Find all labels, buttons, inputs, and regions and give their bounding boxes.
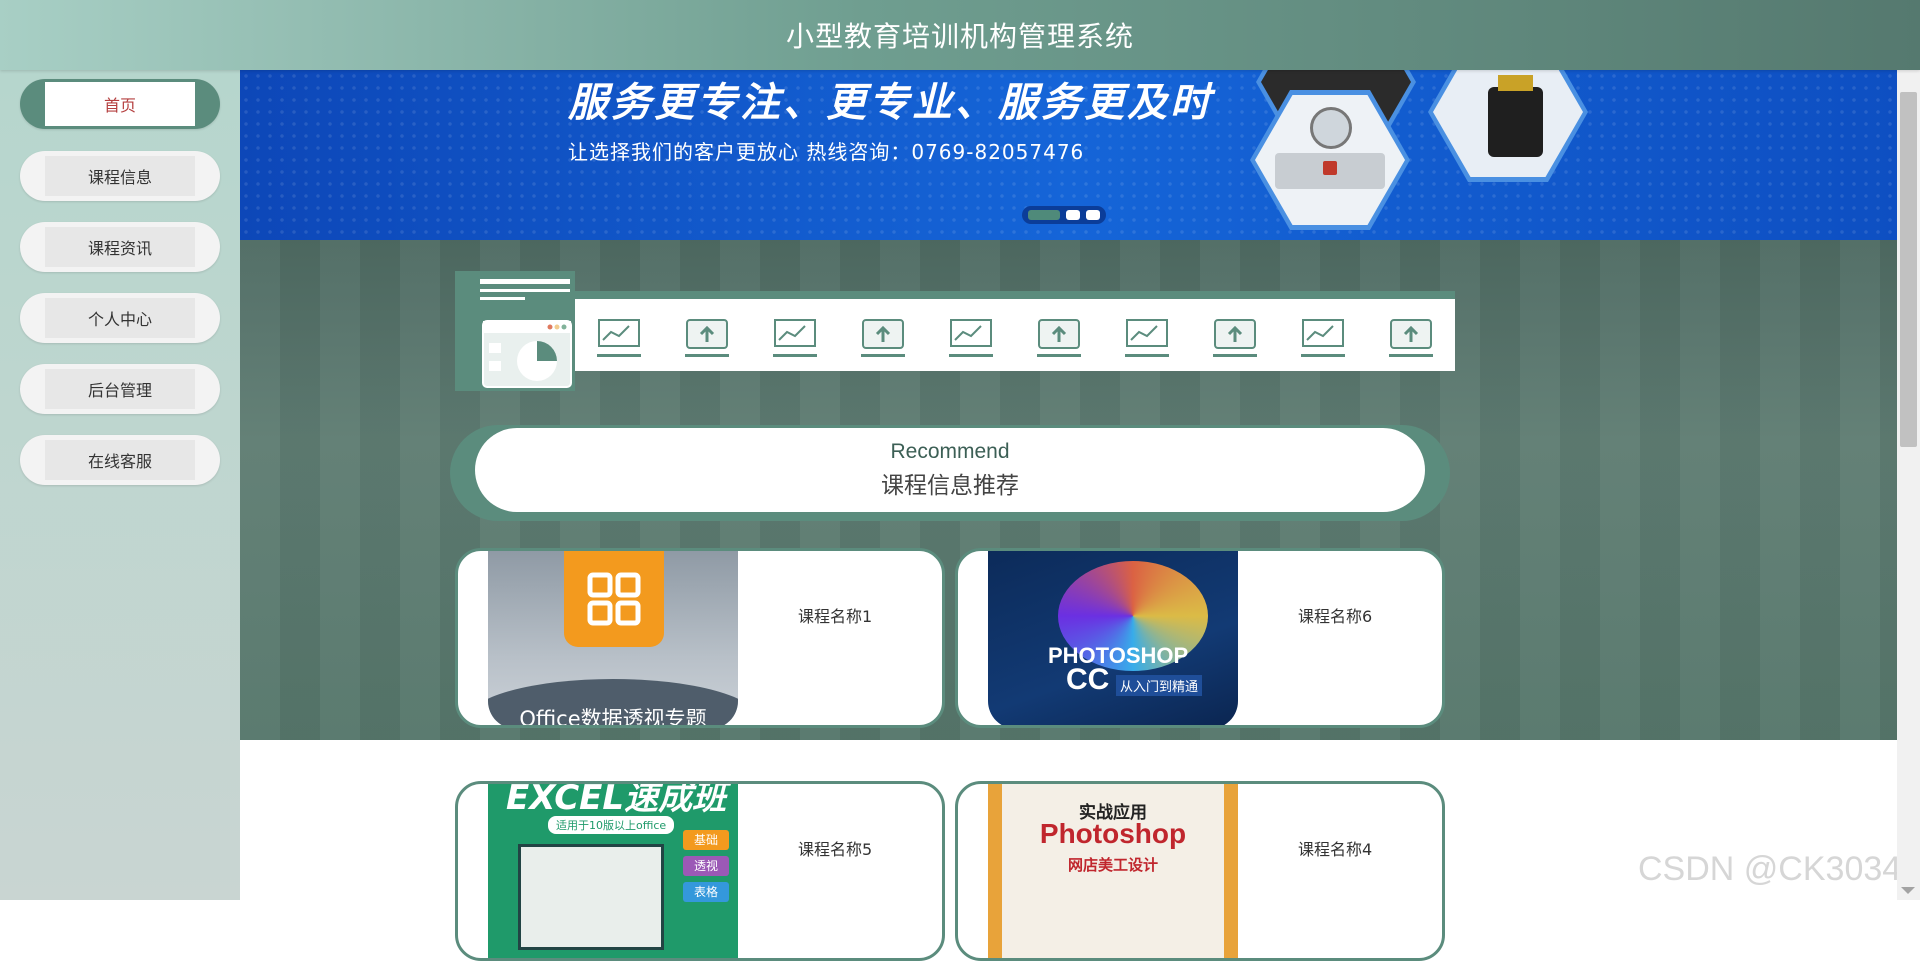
course-name: 课程名称4 [1298,840,1373,859]
sidebar-item-course-news[interactable]: 课程资讯 [20,222,220,272]
course-thumbnail: PHOTOSHOP CC 从入门到精通 [988,551,1238,725]
scroll-down-icon[interactable] [1901,887,1915,894]
upload-screen-icon [1037,319,1081,357]
upload-screen-icon [1213,319,1257,357]
course-card[interactable]: 实战应用 Photoshop 网店美工设计 课程名称4 [955,781,1445,961]
upload-screen-icon [861,319,905,357]
presentation-board-icon [597,319,641,357]
course-thumbnail: EXCEL速成班 适用于10版以上office 基础 透视 表格 [488,784,738,958]
sidebar-item-personal-center[interactable]: 个人中心 [20,293,220,343]
course-name: 课程名称5 [798,840,873,859]
app-title: 小型教育培训机构管理系统 [785,20,1134,53]
sidebar-item-admin[interactable]: 后台管理 [20,364,220,414]
banner-headline: 服务更专注、更专业、服务更及时 [568,80,1213,126]
course-thumbnail: 实战应用 Photoshop 网店美工设计 [988,784,1238,958]
sidebar-item-online-service[interactable]: 在线客服 [20,435,220,485]
carousel-dot[interactable] [1028,210,1060,220]
app-header: 小型教育培训机构管理系统 [0,0,1920,70]
sidebar-item-label: 在线客服 [45,440,195,480]
sidebar-item-label: 后台管理 [45,369,195,409]
presentation-board-icon [949,319,993,357]
sidebar-item-label: 课程信息 [45,156,195,196]
recommend-title-en: Recommend [890,440,1010,463]
office-logo-icon [564,551,664,647]
presentation-icon [455,271,575,391]
scrollbar-thumb[interactable] [1900,92,1917,447]
sidebar-item-label: 个人中心 [45,298,195,338]
icon-strip [575,291,1455,371]
course-card[interactable]: Office数据透视专题 课程名称1 [455,548,945,728]
sidebar-item-label: 首页 [45,82,195,126]
thumbnail-subtitle: 从入门到精通 [1116,675,1203,696]
recommend-title-cn: 课程信息推荐 [881,473,1019,499]
csdn-watermark: CSDN @CK3034 [1638,850,1902,888]
carousel-dot[interactable] [1066,210,1080,220]
banner-subline: 让选择我们的客户更放心 热线咨询：0769-82057476 [568,140,1085,164]
carousel-indicators [1022,206,1106,224]
thumbnail-title-2: CC [1066,663,1110,696]
thumbnail-tag: 透视 [683,856,729,876]
presentation-board-icon [1125,319,1169,357]
thumbnail-caption: EXCEL速成班 [506,784,727,818]
presentation-board-icon [773,319,817,357]
upload-screen-icon [1389,319,1433,357]
page-scrollbar[interactable] [1897,0,1920,900]
course-thumbnail: Office数据透视专题 [488,551,738,728]
thumbnail-title-2: Photoshop [1039,818,1187,849]
thumbnail-subtitle: 网店美工设计 [1067,856,1158,874]
course-card[interactable]: EXCEL速成班 适用于10版以上office 基础 透视 表格 课程名称5 [455,781,945,961]
sidebar-item-label: 课程资讯 [45,227,195,267]
course-name: 课程名称1 [798,607,873,626]
sidebar-item-home[interactable]: 首页 [20,79,220,129]
presentation-board-icon [1301,319,1345,357]
thumbnail-tag: 基础 [683,830,729,850]
banner-carousel[interactable]: 服务更专注、更专业、服务更及时 让选择我们的客户更放心 热线咨询：0769-82… [240,70,1897,240]
course-card[interactable]: PHOTOSHOP CC 从入门到精通 课程名称6 [955,548,1445,728]
sidebar-item-course-info[interactable]: 课程信息 [20,151,220,201]
sidebar-nav: 首页 课程信息 课程资讯 个人中心 后台管理 在线客服 [0,70,240,900]
thumbnail-caption: Office数据透视专题 [519,707,707,728]
carousel-dot[interactable] [1086,210,1100,220]
thumbnail-note: 适用于10版以上office [548,816,675,834]
upload-screen-icon [685,319,729,357]
thumbnail-tag: 表格 [683,882,729,902]
recommend-heading: Recommend 课程信息推荐 [475,428,1425,512]
course-name: 课程名称6 [1298,607,1373,626]
